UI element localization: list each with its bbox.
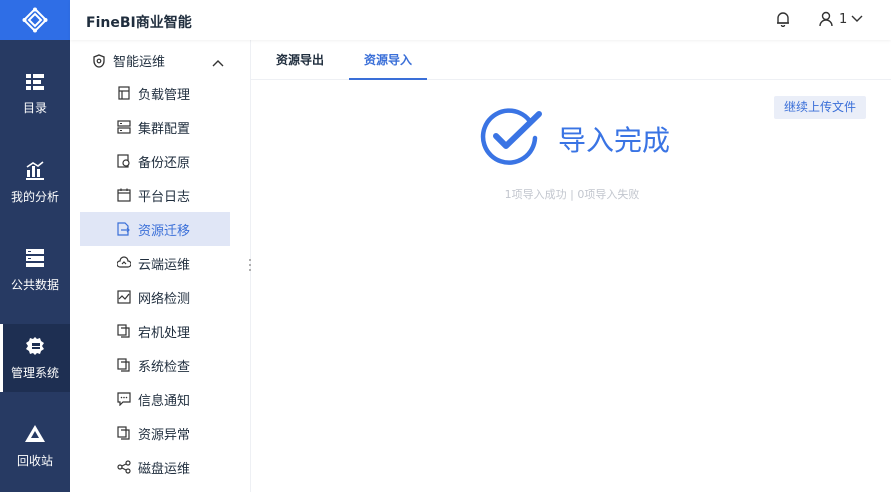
nav-label: 公共数据 <box>10 277 59 292</box>
user-menu[interactable]: 1 <box>819 11 863 27</box>
sidebar-item-label: 宕机处理 <box>138 325 191 341</box>
sidebar-item-resource-migration[interactable]: 资源迁移 <box>80 212 230 246</box>
sidebar-item-crash-handling[interactable]: 宕机处理 <box>80 314 230 348</box>
nav-label: 管理系统 <box>10 365 59 380</box>
sidebar-item-load-management[interactable]: 负载管理 <box>80 76 230 110</box>
document-copy-icon <box>117 324 130 338</box>
nav-item-my-analysis[interactable]: 我的分析 <box>0 148 70 216</box>
sidebar-item-disk-ops[interactable]: 磁盘运维 <box>80 450 230 484</box>
sidebar-item-label: 集群配置 <box>138 121 191 137</box>
sidebar-item-network-check[interactable]: 网络检测 <box>80 280 230 314</box>
nav-item-management[interactable]: 管理系统 <box>0 324 70 392</box>
chevron-down-icon <box>851 15 863 22</box>
sidebar: 智能运维 负载管理 集群配置 备份还原 平台日志 资源迁移 云端运维 网络检测 … <box>70 40 251 492</box>
recycle-icon <box>25 424 45 442</box>
calendar-icon <box>117 188 131 202</box>
database-icon <box>26 248 44 267</box>
main-content: 继续上传文件 导入完成 1项导入成功 | 0项导入失败 <box>251 81 891 492</box>
sidebar-item-backup-restore[interactable]: 备份还原 <box>80 144 230 178</box>
sidebar-item-platform-log[interactable]: 平台日志 <box>80 178 230 212</box>
backup-icon <box>117 154 130 168</box>
nav-item-catalog[interactable]: 目录 <box>0 60 70 128</box>
import-summary: 1项导入成功 | 0项导入失败 <box>504 188 640 201</box>
left-nav: 目录 我的分析 公共数据 管理系统 回收站 <box>0 0 70 492</box>
document-copy-icon <box>117 358 130 372</box>
tab-resource-export[interactable]: 资源导出 <box>263 40 337 80</box>
network-icon <box>117 290 131 304</box>
chevron-up-icon[interactable] <box>212 52 224 71</box>
app-root: 目录 我的分析 公共数据 管理系统 回收站 FineBI商业智能 1 智能运维 … <box>0 0 891 492</box>
import-status-title: 导入完成 <box>558 124 671 157</box>
app-title: FineBI商业智能 <box>86 15 192 31</box>
tab-bar: 资源导出 资源导入 <box>251 40 891 80</box>
continue-upload-button[interactable]: 继续上传文件 <box>774 96 867 119</box>
nav-item-public-data[interactable]: 公共数据 <box>0 236 70 304</box>
top-header: FineBI商业智能 1 <box>70 0 891 40</box>
sidebar-item-label: 负载管理 <box>138 87 191 103</box>
message-icon <box>117 392 131 406</box>
sidebar-item-label: 备份还原 <box>138 155 191 171</box>
sidebar-item-label: 云端运维 <box>138 257 191 273</box>
user-icon <box>819 11 833 27</box>
load-icon <box>118 86 130 100</box>
sidebar-group-header[interactable]: 智能运维 <box>92 51 165 70</box>
ops-shield-icon <box>93 53 105 68</box>
sidebar-item-notifications[interactable]: 信息通知 <box>80 382 230 416</box>
sidebar-item-cloud-ops[interactable]: 云端运维 <box>80 246 230 280</box>
analysis-icon <box>26 160 44 180</box>
sidebar-item-label: 系统检查 <box>138 359 191 375</box>
share-nodes-icon <box>117 460 131 474</box>
document-copy-icon <box>117 426 130 440</box>
logo[interactable] <box>0 0 70 40</box>
nav-item-recycle-bin[interactable]: 回收站 <box>0 412 70 480</box>
sidebar-group-title: 智能运维 <box>113 55 166 70</box>
sidebar-item-label: 平台日志 <box>138 189 191 205</box>
finebi-logo-icon <box>22 7 48 33</box>
catalog-icon <box>26 73 44 90</box>
sidebar-item-label: 信息通知 <box>138 393 191 409</box>
sidebar-item-label: 磁盘运维 <box>138 461 191 477</box>
sidebar-item-label: 资源迁移 <box>138 223 191 239</box>
nav-label: 我的分析 <box>10 189 59 204</box>
tab-resource-import[interactable]: 资源导入 <box>349 40 427 80</box>
check-circle-icon <box>480 108 542 165</box>
manage-gear-icon <box>26 336 44 355</box>
nav-label: 目录 <box>22 100 47 115</box>
cloud-icon <box>117 256 131 268</box>
cluster-icon <box>117 120 131 134</box>
bell-icon[interactable] <box>775 11 791 31</box>
sidebar-item-label: 资源异常 <box>138 427 191 443</box>
nav-label: 回收站 <box>16 453 53 468</box>
migration-icon <box>117 222 130 236</box>
sidebar-item-system-check[interactable]: 系统检查 <box>80 348 230 382</box>
sidebar-item-label: 网络检测 <box>138 291 191 307</box>
sidebar-item-cluster-config[interactable]: 集群配置 <box>80 110 230 144</box>
user-name: 1 <box>839 11 848 27</box>
sidebar-item-resource-anomaly[interactable]: 资源异常 <box>80 416 230 450</box>
